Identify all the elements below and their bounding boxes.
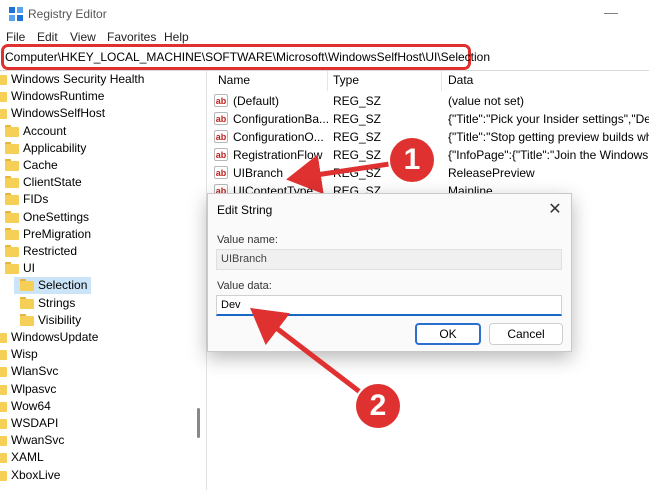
callout-badge-1: 1 [390,138,434,182]
arrow-2 [250,307,363,395]
callout-badge-2: 2 [356,384,400,428]
annotation-arrow-2 [250,307,363,395]
